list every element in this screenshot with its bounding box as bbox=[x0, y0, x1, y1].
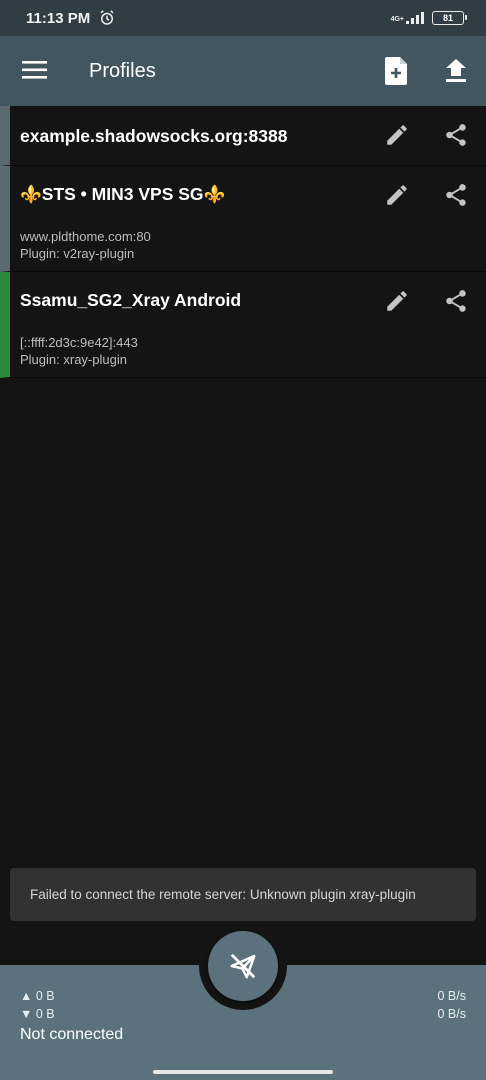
share-icon[interactable] bbox=[443, 182, 469, 208]
profile-list: example.shadowsocks.org:8388 ⚜️STS • MIN… bbox=[0, 106, 486, 378]
profile-server: [::ffff:2d3c:9e42]:443 bbox=[20, 335, 138, 350]
upload-rate: 0 B/s bbox=[437, 989, 467, 1003]
signal-icon bbox=[406, 12, 424, 24]
snackbar-message: Failed to connect the remote server: Unk… bbox=[30, 887, 416, 902]
upload-icon[interactable] bbox=[445, 59, 467, 83]
status-icons: 4G+ 81 bbox=[391, 11, 467, 25]
pencil-icon[interactable] bbox=[384, 288, 410, 314]
status-time: 11:13 PM bbox=[26, 9, 91, 27]
pencil-icon[interactable] bbox=[384, 122, 410, 148]
profile-name: example.shadowsocks.org:8388 bbox=[20, 126, 288, 146]
profile-item[interactable]: ⚜️STS • MIN3 VPS SG⚜️ www.pldthome.com:8… bbox=[0, 166, 486, 272]
connection-status: Not connected bbox=[20, 1026, 124, 1043]
profile-item-active[interactable]: Ssamu_SG2_Xray Android [::ffff:2d3c:9e42… bbox=[0, 272, 486, 378]
hamburger-menu-icon[interactable] bbox=[22, 59, 48, 81]
profile-item[interactable]: example.shadowsocks.org:8388 bbox=[0, 106, 486, 166]
alarm-icon bbox=[100, 10, 114, 25]
battery-level: 81 bbox=[442, 13, 453, 23]
add-file-icon[interactable] bbox=[385, 57, 409, 85]
profile-name: Ssamu_SG2_Xray Android bbox=[20, 290, 242, 310]
network-indicator: 4G+ bbox=[391, 12, 424, 24]
network-type-label: 4G+ bbox=[390, 16, 404, 23]
status-bar: 11:13 PM 4G+ 81 bbox=[0, 0, 486, 36]
home-indicator[interactable] bbox=[153, 1070, 333, 1074]
battery-icon: 81 bbox=[432, 11, 467, 25]
snackbar: Failed to connect the remote server: Unk… bbox=[10, 868, 476, 921]
profile-plugin: Plugin: v2ray-plugin bbox=[20, 246, 135, 261]
download-rate: 0 B/s bbox=[437, 1007, 467, 1021]
share-icon[interactable] bbox=[443, 288, 469, 314]
profile-plugin: Plugin: xray-plugin bbox=[20, 352, 127, 367]
download-total: ▼ 0 B bbox=[20, 1007, 55, 1021]
pencil-icon[interactable] bbox=[384, 182, 410, 208]
profile-server: www.pldthome.com:80 bbox=[20, 229, 151, 244]
connect-fab-button[interactable] bbox=[208, 931, 278, 1001]
upload-total: ▲ 0 B bbox=[20, 989, 55, 1003]
app-bar: Profiles bbox=[0, 36, 486, 106]
share-icon[interactable] bbox=[443, 122, 469, 148]
paper-plane-off-icon bbox=[230, 953, 256, 979]
page-title: Profiles bbox=[89, 60, 156, 82]
profile-name: ⚜️STS • MIN3 VPS SG⚜️ bbox=[20, 184, 226, 204]
